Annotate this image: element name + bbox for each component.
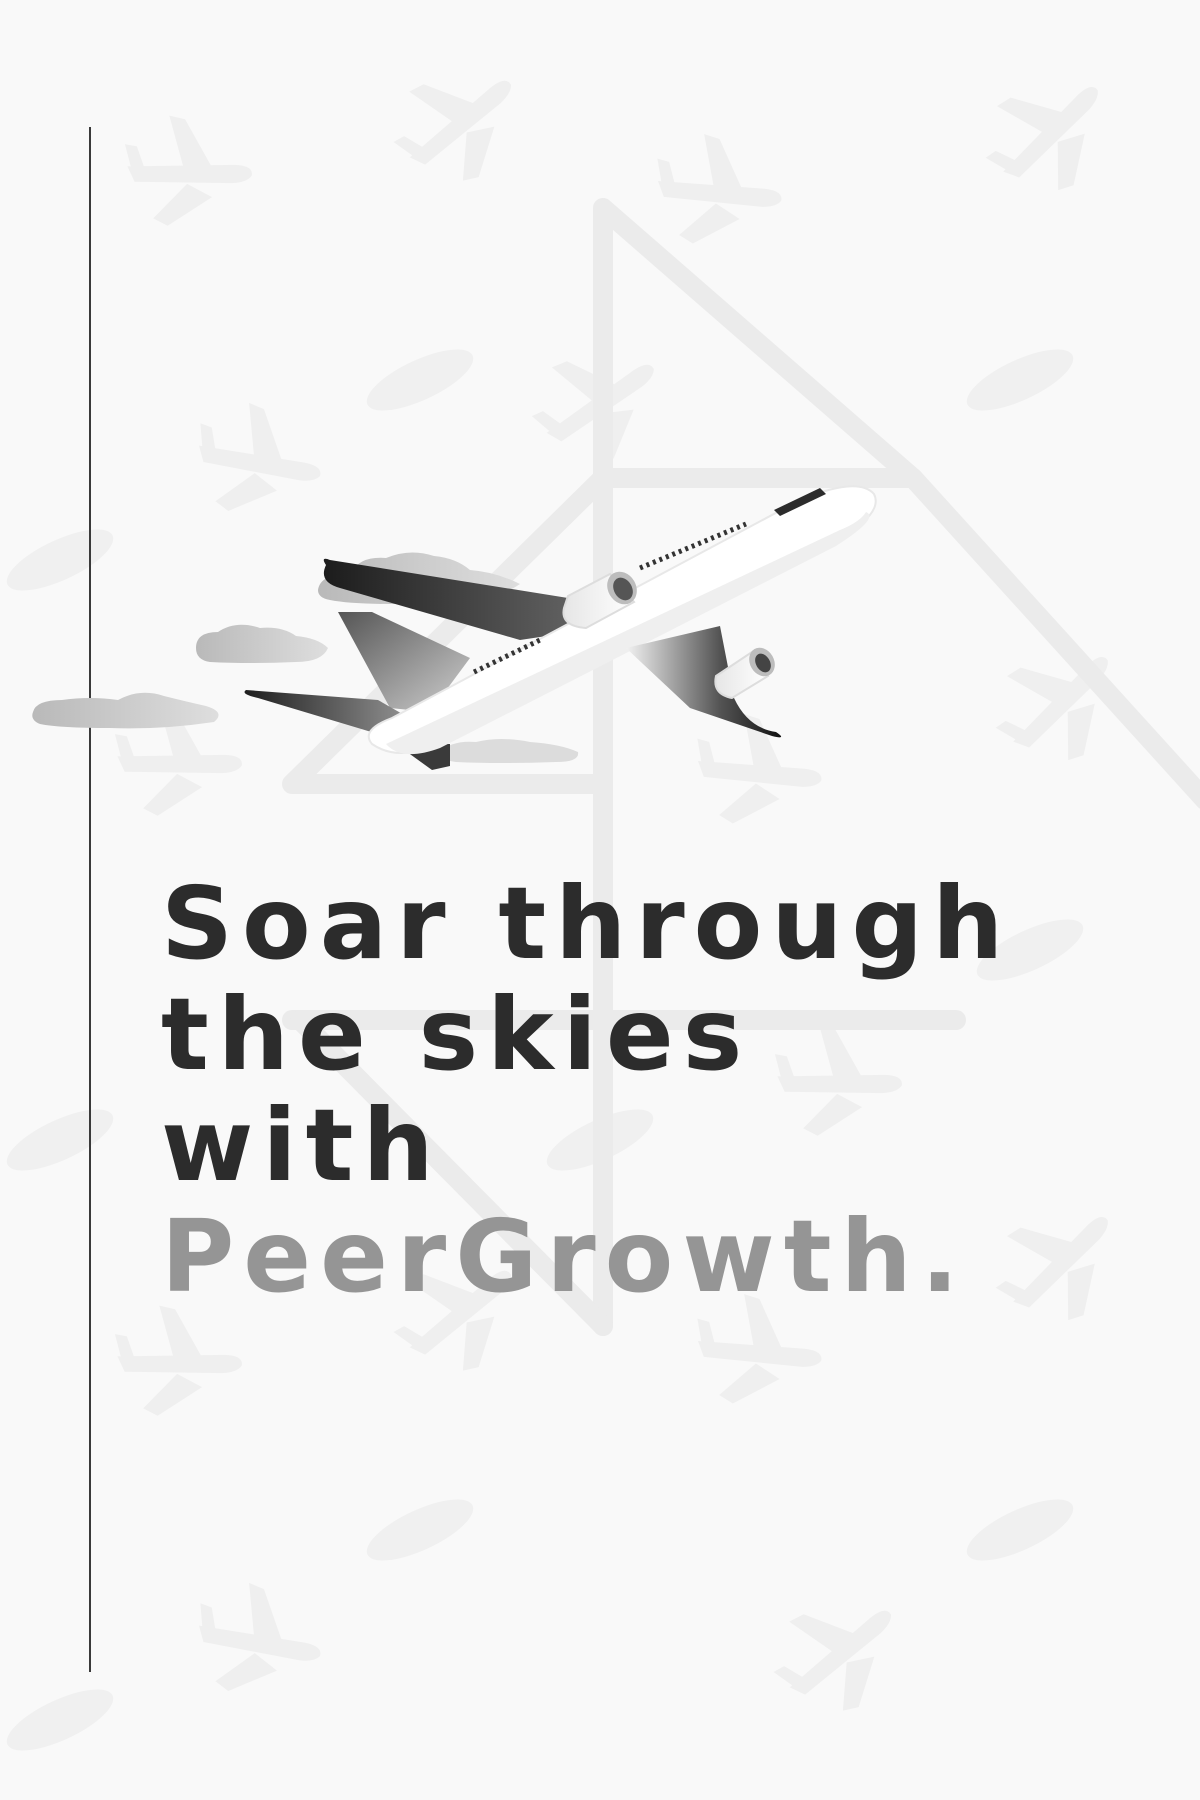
headline-line-2: the skies bbox=[161, 976, 752, 1093]
headline-line-1: Soar through bbox=[161, 865, 1013, 982]
headline: Soar through the skies with PeerGrowth. bbox=[161, 868, 1161, 1312]
airplane-fuselage bbox=[367, 485, 877, 754]
cloud-icon bbox=[32, 692, 219, 729]
cloud-icon bbox=[439, 739, 579, 763]
cloud-icon bbox=[196, 624, 328, 663]
brand-name: PeerGrowth. bbox=[161, 1198, 968, 1315]
headline-line-3: with bbox=[161, 1087, 443, 1204]
airplane-engine-right bbox=[714, 647, 775, 700]
